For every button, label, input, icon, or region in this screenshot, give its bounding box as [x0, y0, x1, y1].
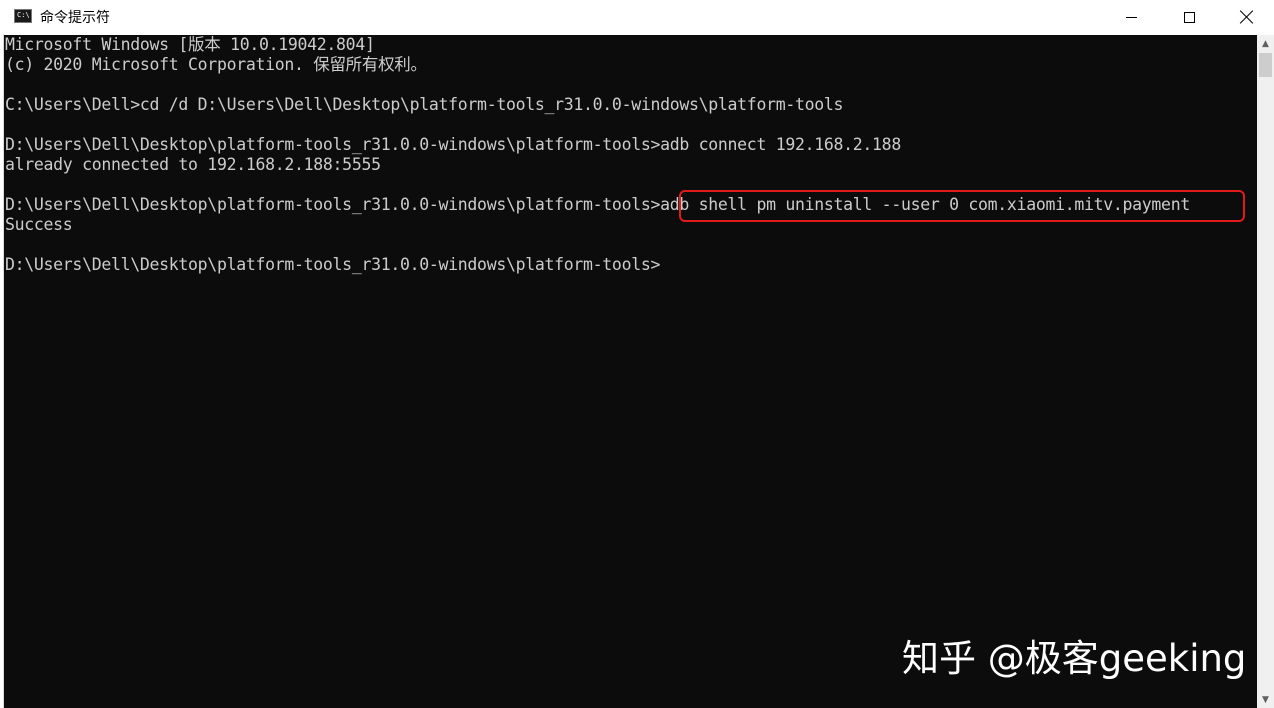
scroll-down-button[interactable]: ▼	[1257, 691, 1274, 708]
window-title: 命令提示符	[40, 10, 110, 26]
scroll-up-button[interactable]: ▲	[1257, 35, 1274, 52]
vertical-scrollbar[interactable]: ▲ ▼	[1257, 35, 1274, 708]
maximize-button[interactable]	[1160, 0, 1218, 34]
console-line: C:\Users\Dell>cd /d D:\Users\Dell\Deskto…	[5, 95, 844, 114]
title-bar[interactable]: C:\ 命令提示符	[0, 0, 1274, 34]
watermark: 知乎 @极客geeking	[902, 637, 1247, 680]
console-line: Microsoft Windows [版本 10.0.19042.804]	[5, 35, 375, 54]
cmd-icon[interactable]: C:\	[14, 9, 32, 23]
console-line: D:\Users\Dell\Desktop\platform-tools_r31…	[5, 255, 661, 274]
minimize-icon	[1125, 16, 1137, 18]
console-line: D:\Users\Dell\Desktop\platform-tools_r31…	[5, 135, 901, 154]
close-icon	[1240, 10, 1254, 24]
console-line: already connected to 192.168.2.188:5555	[5, 155, 381, 174]
close-button[interactable]	[1218, 0, 1274, 34]
command-prompt-window: C:\ 命令提示符 Microsoft Windows [版本 10.0.190…	[0, 0, 1274, 708]
minimize-button[interactable]	[1102, 0, 1160, 34]
console-line: Success	[5, 215, 73, 234]
command-highlight-box	[679, 190, 1245, 222]
scroll-thumb[interactable]	[1259, 53, 1272, 77]
maximize-icon	[1183, 11, 1195, 23]
console-line: (c) 2020 Microsoft Corporation. 保留所有权利。	[5, 55, 427, 74]
console-output[interactable]: Microsoft Windows [版本 10.0.19042.804] (c…	[4, 35, 1257, 708]
cmd-icon-label: C:\	[17, 11, 30, 19]
